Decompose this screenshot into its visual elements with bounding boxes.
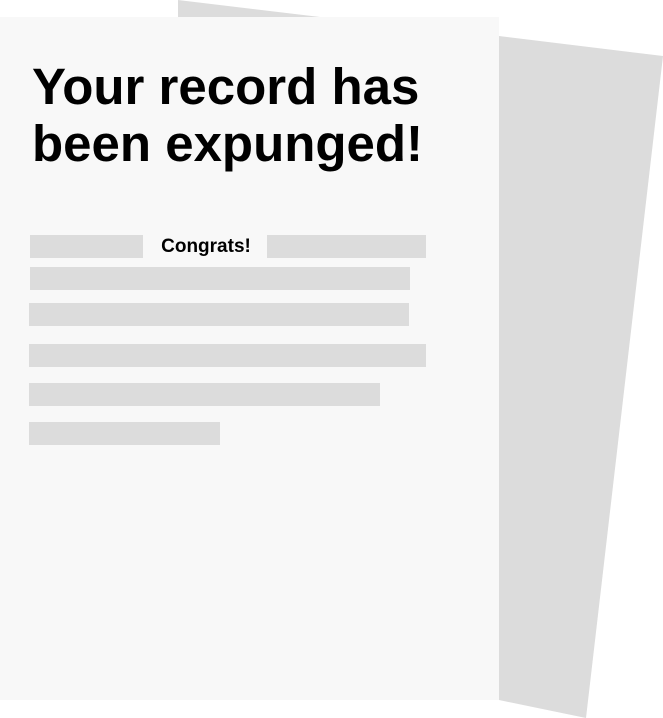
document-illustration: Your record has been expunged! Congrats! xyxy=(0,0,663,718)
congrats-text: Congrats! xyxy=(161,236,251,257)
placeholder-line xyxy=(29,422,220,445)
placeholder-line xyxy=(30,267,410,290)
placeholder-line xyxy=(29,303,409,326)
placeholder-line xyxy=(29,344,426,367)
front-sheet: Your record has been expunged! Congrats! xyxy=(0,17,499,700)
placeholder-line xyxy=(30,235,143,258)
placeholder-line xyxy=(29,383,380,406)
back-sheet-side xyxy=(499,36,663,718)
back-sheet-top-flap xyxy=(178,0,320,17)
placeholder-line xyxy=(267,235,426,258)
headline: Your record has been expunged! xyxy=(32,58,424,172)
